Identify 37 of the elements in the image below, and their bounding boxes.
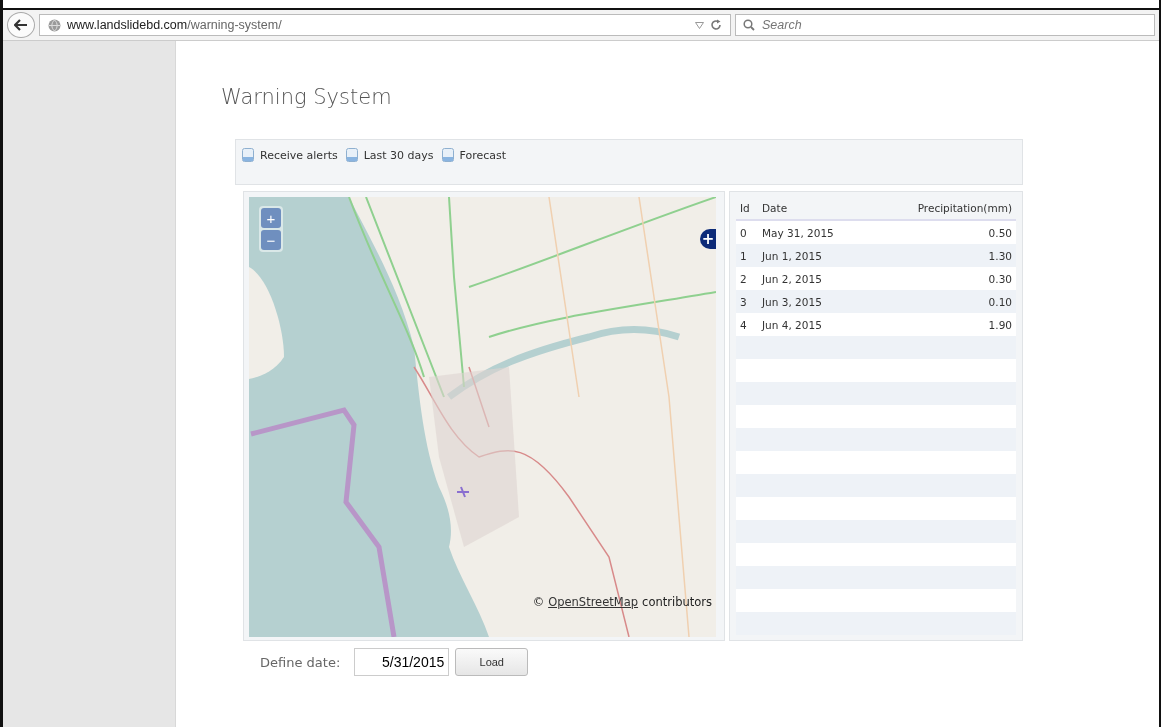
back-button[interactable] [7, 12, 35, 38]
table-cell: 3 [736, 290, 758, 313]
table-cell: Jun 2, 2015 [758, 267, 872, 290]
toolbar-link[interactable]: Last 30 days [363, 148, 434, 162]
table-cell: 1.30 [871, 244, 1016, 267]
table-cell: 0 [736, 220, 758, 244]
document-icon [345, 148, 358, 162]
table-cell: Jun 3, 2015 [758, 290, 872, 313]
table-cell: May 31, 2015 [758, 220, 872, 244]
toolbar-link[interactable]: Receive alerts [260, 148, 338, 162]
reload-icon[interactable] [710, 19, 722, 31]
search-field[interactable]: Search [735, 14, 1155, 36]
table-cell: Jun 1, 2015 [758, 244, 872, 267]
attribution-link[interactable]: OpenStreetMap [548, 595, 639, 609]
table-cell: 4 [736, 313, 758, 336]
copyright-symbol: © [532, 595, 545, 609]
table-cell: 1 [736, 244, 758, 267]
table-cell: 0.10 [871, 290, 1016, 313]
attribution-text: contributors [642, 595, 712, 609]
back-arrow-icon [14, 19, 28, 31]
table-cell: 0.50 [871, 220, 1016, 244]
date-label: Define date: [260, 654, 341, 670]
toolbar-link[interactable]: Forecast [459, 148, 507, 162]
page-title: Warning System [221, 85, 393, 109]
search-icon [743, 19, 755, 31]
table-cell: Jun 4, 2015 [758, 313, 872, 336]
table-cell: 0.30 [871, 267, 1016, 290]
load-button[interactable]: Load [455, 648, 529, 676]
document-icon [242, 148, 254, 162]
dropdown-icon[interactable] [695, 21, 704, 29]
table-cell: 1.90 [871, 313, 1016, 336]
url-text: www.landslidebd.com/warning-system/ [67, 18, 282, 32]
globe-icon [48, 18, 61, 32]
document-icon [441, 148, 454, 162]
date-input[interactable]: 5/31/2015 [354, 648, 450, 676]
table-cell: 2 [736, 267, 758, 290]
address-bar[interactable]: www.landslidebd.com/warning-system/ [39, 14, 731, 36]
